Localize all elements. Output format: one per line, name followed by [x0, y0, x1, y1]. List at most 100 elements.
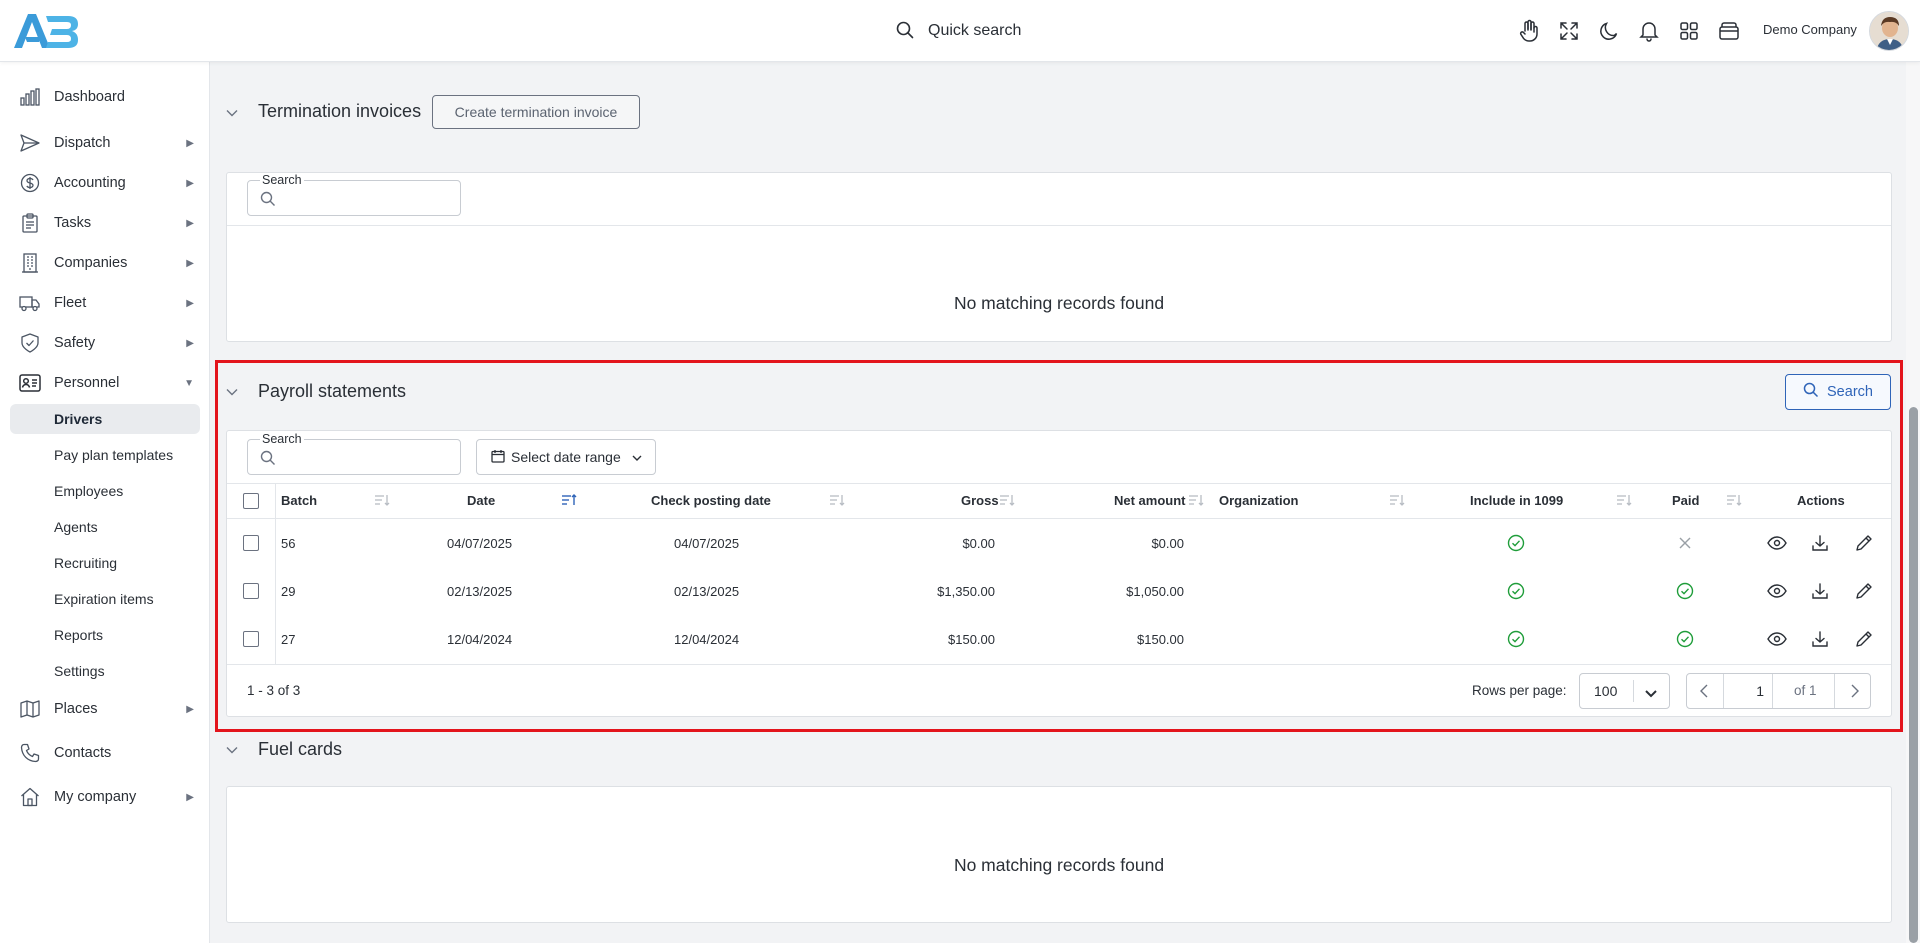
fuel-cards-card: No matching records found	[226, 786, 1892, 923]
next-page-icon[interactable]	[1846, 683, 1862, 702]
current-page-input[interactable]: 1	[1756, 683, 1764, 699]
moon-icon[interactable]	[1596, 17, 1622, 45]
expand-arrow-icon: ▶	[186, 217, 194, 229]
apps-grid-icon[interactable]	[1676, 17, 1702, 45]
chevron-down-icon[interactable]	[222, 740, 242, 760]
date-range-picker[interactable]: Select date range	[476, 439, 656, 475]
bar-chart-icon	[19, 87, 41, 107]
row-checkbox[interactable]	[243, 583, 259, 599]
cell-date: 04/07/2025	[447, 536, 513, 551]
sort-icon[interactable]	[1616, 493, 1632, 510]
calendar-icon	[491, 449, 505, 466]
view-eye-icon[interactable]	[1766, 580, 1788, 602]
check-circle-icon	[1507, 582, 1525, 603]
cell-batch: 56	[281, 536, 296, 551]
hand-icon[interactable]	[1516, 17, 1542, 45]
edit-pencil-icon[interactable]	[1853, 628, 1875, 650]
sidebar-subitem-expiration-items[interactable]: Expiration items	[10, 584, 200, 614]
column-header-batch[interactable]: Batch	[281, 493, 317, 508]
view-eye-icon[interactable]	[1766, 628, 1788, 650]
sort-icon[interactable]	[1389, 493, 1405, 510]
payroll-section-toggle[interactable]	[222, 382, 242, 402]
sidebar-subitem-agents[interactable]: Agents	[10, 512, 200, 542]
edit-pencil-icon[interactable]	[1853, 532, 1875, 554]
rows-per-page-select[interactable]: 100	[1579, 673, 1670, 709]
sidebar-item-contacts[interactable]: Contacts	[10, 738, 200, 768]
column-header-gross[interactable]: Gross	[961, 493, 999, 508]
page-scrollbar[interactable]	[1906, 62, 1920, 943]
sidebar-item-safety[interactable]: Safety ▶	[10, 328, 200, 358]
collapse-arrow-icon: ▼	[184, 377, 194, 389]
sidebar-subitem-label: Employees	[54, 483, 124, 499]
fuel-section-title: Fuel cards	[258, 739, 343, 759]
sort-ascending-icon[interactable]	[561, 493, 577, 510]
termination-section-toggle[interactable]	[222, 103, 242, 123]
select-all-checkbox[interactable]	[243, 493, 259, 509]
payroll-search-field[interactable]: Search	[247, 432, 461, 475]
sidebar-item-places[interactable]: Places ▶	[10, 694, 200, 724]
bell-icon[interactable]	[1636, 17, 1662, 45]
sidebar-subitem-employees[interactable]: Employees	[10, 476, 200, 506]
column-header-check-posting-date[interactable]: Check posting date	[651, 493, 771, 508]
create-termination-invoice-button[interactable]: Create termination invoice	[432, 95, 640, 129]
search-icon	[896, 21, 914, 42]
column-header-organization[interactable]: Organization	[1219, 493, 1298, 508]
sort-icon[interactable]	[999, 493, 1015, 510]
column-header-include-1099[interactable]: Include in 1099	[1470, 493, 1563, 508]
column-header-paid[interactable]: Paid	[1672, 493, 1699, 508]
sort-icon[interactable]	[1188, 493, 1204, 510]
sidebar-subitem-pay-plan-templates[interactable]: Pay plan templates	[10, 440, 200, 470]
download-icon[interactable]	[1809, 628, 1831, 650]
fuel-empty-message: No matching records found	[953, 855, 1165, 875]
pager-divider	[1834, 674, 1835, 708]
expand-arrow-icon: ▶	[186, 177, 194, 189]
download-icon[interactable]	[1809, 532, 1831, 554]
expand-arrow-icon: ▶	[186, 791, 194, 803]
sidebar-item-tasks[interactable]: Tasks ▶	[10, 208, 200, 238]
chevron-down-icon[interactable]	[222, 103, 242, 123]
sidebar-item-accounting[interactable]: Accounting ▶	[10, 168, 200, 198]
chevron-down-icon	[631, 449, 643, 465]
sidebar-item-companies[interactable]: Companies ▶	[10, 248, 200, 278]
search-field-label: Search	[260, 173, 304, 187]
sidebar-subitem-recruiting[interactable]: Recruiting	[10, 548, 200, 578]
payroll-search-button[interactable]: Search	[1785, 374, 1891, 410]
search-icon	[1803, 382, 1819, 402]
wallet-icon[interactable]	[1716, 17, 1742, 45]
pagination-range: 1 - 3 of 3	[247, 683, 301, 698]
chevron-down-icon[interactable]	[222, 382, 242, 402]
sidebar-item-dashboard[interactable]: Dashboard	[10, 82, 200, 112]
termination-search-field[interactable]: Search	[247, 173, 461, 216]
app-logo[interactable]	[12, 10, 80, 52]
id-card-icon	[19, 373, 41, 393]
fuel-section-toggle[interactable]	[222, 740, 242, 760]
view-eye-icon[interactable]	[1766, 532, 1788, 554]
x-mark-icon	[1677, 535, 1693, 554]
check-circle-icon	[1676, 630, 1694, 651]
sort-icon[interactable]	[829, 493, 845, 510]
sort-icon[interactable]	[374, 493, 390, 510]
quick-search[interactable]: Quick search	[896, 18, 1021, 44]
sidebar-subitem-settings[interactable]: Settings	[10, 656, 200, 686]
sidebar-item-dispatch[interactable]: Dispatch ▶	[10, 128, 200, 158]
send-icon	[19, 133, 41, 153]
fullscreen-icon[interactable]	[1556, 17, 1582, 45]
scrollbar-thumb[interactable]	[1909, 407, 1918, 943]
row-checkbox[interactable]	[243, 535, 259, 551]
sidebar-item-fleet[interactable]: Fleet ▶	[10, 288, 200, 318]
sidebar-item-my-company[interactable]: My company ▶	[10, 782, 200, 812]
download-icon[interactable]	[1809, 580, 1831, 602]
sidebar-item-label: My company	[54, 789, 137, 805]
column-header-net-amount[interactable]: Net amount	[1114, 493, 1186, 508]
user-avatar[interactable]	[1869, 11, 1909, 51]
column-header-date[interactable]: Date	[467, 493, 495, 508]
previous-page-icon[interactable]	[1697, 683, 1713, 702]
sidebar-item-personnel[interactable]: Personnel ▼	[10, 368, 200, 398]
sort-icon[interactable]	[1726, 493, 1742, 510]
edit-pencil-icon[interactable]	[1853, 580, 1875, 602]
company-name[interactable]: Demo Company	[1763, 22, 1857, 37]
sidebar-subitem-reports[interactable]: Reports	[10, 620, 200, 650]
pager-divider	[1772, 674, 1773, 708]
row-checkbox[interactable]	[243, 631, 259, 647]
sidebar-subitem-drivers[interactable]: Drivers	[10, 404, 200, 434]
